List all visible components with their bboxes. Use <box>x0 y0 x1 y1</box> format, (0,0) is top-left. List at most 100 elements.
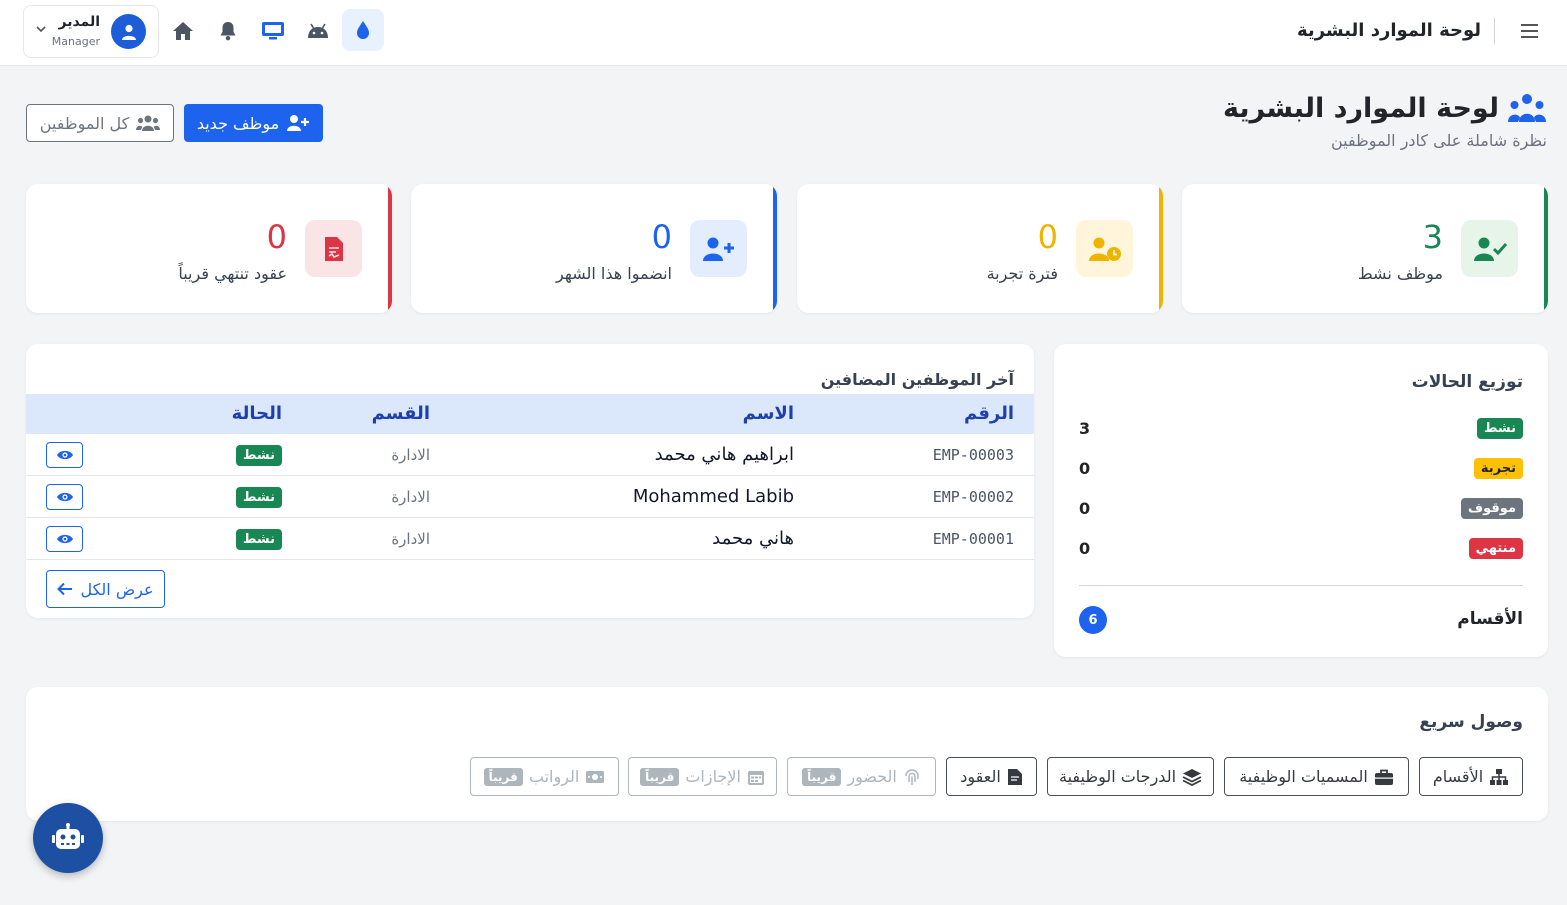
col-name: الاسم <box>742 403 794 424</box>
stat-bar <box>773 184 777 313</box>
col-status: الحالة <box>231 403 282 424</box>
page-subtitle: نظرة شاملة على كادر الموظفين <box>1330 131 1547 150</box>
stat-card-joined: 0 انضموا هذا الشهر <box>411 184 777 313</box>
status-badge: منتهي <box>1468 538 1523 559</box>
view-employee-button[interactable] <box>46 526 83 552</box>
quick-link-label: المسميات الوظيفية <box>1239 767 1368 786</box>
table-row: EMP-00003 ابراهيم هاني محمد الادارة نشط <box>26 434 1034 476</box>
stat-value: 0 <box>266 218 287 256</box>
monitor-icon <box>262 22 284 40</box>
departments-label: الأقسام <box>1457 609 1523 629</box>
notifications-button[interactable] <box>210 13 246 49</box>
employee-dept: الادارة <box>391 446 430 464</box>
quick-link-contracts[interactable]: العقود <box>946 757 1037 796</box>
status-distribution-card: توزيع الحالات نشط 3 تجربة 0 موقوف 0 منته… <box>1054 344 1548 657</box>
android-button[interactable] <box>300 13 336 49</box>
stat-icon-box <box>690 220 747 277</box>
avatar <box>111 14 146 49</box>
stat-icon-box <box>305 220 362 277</box>
distribution-row: تجربة 0 <box>1079 456 1523 482</box>
employee-dept: الادارة <box>391 530 430 548</box>
users-group-icon <box>1508 94 1546 122</box>
stat-label: موظف نشط <box>1357 264 1443 283</box>
employee-code: EMP-00003 <box>932 446 1014 464</box>
all-employees-button[interactable]: كل الموظفين <box>26 104 174 142</box>
quick-link-job-titles[interactable]: المسميات الوظيفية <box>1224 757 1409 796</box>
chevron-down-icon <box>36 26 46 33</box>
quick-link-label: الأقسام <box>1432 767 1484 786</box>
status-badge: موقوف <box>1461 498 1523 519</box>
view-all-button[interactable]: عرض الكل <box>46 570 165 608</box>
coming-soon-badge: قريباً <box>640 767 680 786</box>
file-contract-icon <box>324 236 343 261</box>
quick-link-leaves: الإجازات قريباً <box>628 757 777 796</box>
view-employee-button[interactable] <box>46 442 83 468</box>
menu-toggle-button[interactable] <box>1519 20 1541 42</box>
quick-access-card: وصول سريع الأقسام المسميات الوظيفية الدر… <box>26 687 1548 821</box>
view-all-label: عرض الكل <box>80 579 154 599</box>
quick-link-label: الإجازات <box>685 767 741 786</box>
employee-name: ابراهيم هاني محمد <box>654 444 794 465</box>
status-count: 0 <box>1079 539 1091 558</box>
top-bar: لوحة الموارد البشرية المدير Manager <box>0 0 1567 66</box>
stat-label: انضموا هذا الشهر <box>556 264 672 283</box>
new-employee-button[interactable]: موظف جديد <box>184 104 323 142</box>
quick-link-departments[interactable]: الأقسام <box>1419 757 1523 796</box>
user-icon <box>121 24 136 40</box>
quick-link-label: الدرجات الوظيفية <box>1059 767 1177 786</box>
top-divider <box>1494 18 1495 44</box>
user-check-icon <box>1473 237 1507 261</box>
stat-bar <box>388 184 392 313</box>
desktop-button[interactable] <box>255 13 291 49</box>
eye-icon <box>56 450 73 460</box>
theme-button[interactable] <box>342 9 384 51</box>
quick-link-payroll: الرواتب قريباً <box>470 757 619 796</box>
home-button[interactable] <box>165 13 201 49</box>
distribution-row: منتهي 0 <box>1079 536 1523 562</box>
divider <box>1079 585 1523 586</box>
status-count: 3 <box>1079 419 1091 438</box>
coming-soon-badge: قريباً <box>483 767 523 786</box>
recent-employees-card: آخر الموظفين المضافين الرقم الاسم القسم … <box>26 344 1034 618</box>
new-employee-label: موظف جديد <box>196 113 280 133</box>
quick-link-label: العقود <box>960 767 1001 786</box>
users-icon <box>136 115 161 131</box>
user-clock-icon <box>1088 237 1121 261</box>
sitemap-icon <box>1490 768 1509 785</box>
stat-value: 0 <box>651 218 672 256</box>
droplet-icon <box>357 21 369 39</box>
page-heading: لوحة الموارد البشرية <box>1223 92 1499 124</box>
status-count: 0 <box>1079 499 1091 518</box>
user-name: المدير <box>58 14 101 30</box>
distribution-title: توزيع الحالات <box>1411 372 1523 392</box>
stat-bar <box>1159 184 1163 313</box>
employee-code: EMP-00002 <box>932 488 1014 506</box>
coming-soon-badge: قريباً <box>802 767 842 786</box>
status-count: 0 <box>1079 459 1091 478</box>
stat-label: عقود تنتهي قريباً <box>178 264 287 283</box>
all-employees-label: كل الموظفين <box>39 113 130 133</box>
user-menu[interactable]: المدير Manager <box>23 5 159 58</box>
chatbot-button[interactable] <box>33 803 103 873</box>
home-icon <box>173 22 193 40</box>
status-badge: نشط <box>235 487 282 508</box>
quick-link-grades[interactable]: الدرجات الوظيفية <box>1047 757 1214 796</box>
stat-label: فترة تجربة <box>986 264 1058 283</box>
layers-icon <box>1182 768 1202 786</box>
employee-code: EMP-00001 <box>932 530 1014 548</box>
col-dept: القسم <box>371 403 430 424</box>
quick-access-title: وصول سريع <box>1419 712 1523 732</box>
view-employee-button[interactable] <box>46 484 83 510</box>
departments-count-badge: 6 <box>1079 606 1107 634</box>
stat-value: 3 <box>1422 218 1443 256</box>
quick-link-attendance: الحضور قريباً <box>787 757 936 796</box>
android-icon <box>308 23 328 38</box>
quick-link-label: الرواتب <box>528 767 580 786</box>
status-cell: نشط <box>235 528 282 550</box>
col-code: الرقم <box>963 403 1014 424</box>
user-plus-icon <box>702 237 734 261</box>
status-badge: تجربة <box>1473 458 1523 479</box>
table-row: EMP-00002 Mohammed Labib الادارة نشط <box>26 476 1034 518</box>
eye-icon <box>56 534 73 544</box>
stat-icon-box <box>1461 220 1518 277</box>
